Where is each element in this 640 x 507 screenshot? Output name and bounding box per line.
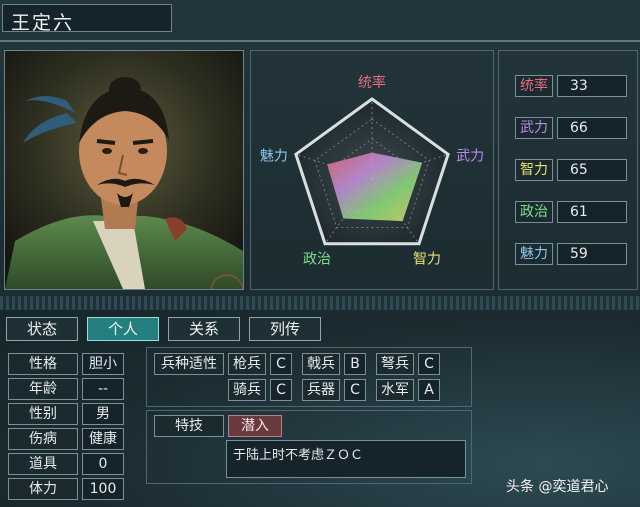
troop-name: 枪兵 [228,353,266,375]
character-portrait [4,50,244,290]
troop-grade: A [418,379,440,401]
stat-value: 33 [557,75,627,97]
stats-panel: 统率 33 武力 66 智力 65 政治 61 魅力 59 [498,50,638,290]
radar-label-tongshuai: 统率 [358,74,386,91]
radar-label-zhili: 智力 [413,252,441,268]
skill-description: 于陆上时不考虑ＺＯＣ [226,440,466,478]
stat-row-zhili: 智力 65 [515,159,627,181]
info-value: 100 [82,478,124,500]
skill-header: 特技 [154,415,224,437]
stat-label: 魅力 [515,243,553,265]
troop-name: 水军 [376,379,414,401]
header-divider [0,40,640,42]
info-label: 伤病 [8,428,78,450]
stat-value: 66 [557,117,627,139]
radar-label-meili: 魅力 [260,148,288,164]
info-value: 0 [82,453,124,475]
stat-row-meili: 魅力 59 [515,243,627,265]
stat-label: 智力 [515,159,553,181]
info-row-age: 年龄 -- [8,378,124,400]
tab-personal[interactable]: 个人 [87,317,159,341]
troop-grade: C [418,353,440,375]
character-name: 王定六 [11,12,75,34]
tab-biography[interactable]: 列传 [249,317,321,341]
info-row-stamina: 体力 100 [8,478,124,500]
troop-name: 弩兵 [376,353,414,375]
info-row-gender: 性别 男 [8,403,124,425]
section-divider [0,296,640,310]
troop-grade: B [344,353,366,375]
stat-row-wuli: 武力 66 [515,117,627,139]
watermark-text: 头条 @奕道君心 [506,479,609,495]
stat-row-zhengzhi: 政治 61 [515,201,627,223]
info-label: 性格 [8,353,78,375]
tab-relations[interactable]: 关系 [168,317,240,341]
info-value: -- [82,378,124,400]
info-row-injury: 伤病 健康 [8,428,124,450]
stat-label: 武力 [515,117,553,139]
info-label: 年龄 [8,378,78,400]
troop-name: 兵器 [302,379,340,401]
radar-label-zhengzhi: 政治 [303,252,331,268]
attribute-radar-chart: 统率 武力 智力 政治 魅力 [260,74,484,268]
info-value: 胆小 [82,353,124,375]
info-row-items: 道具 0 [8,453,124,475]
troop-grade: C [270,379,292,401]
info-value: 男 [82,403,124,425]
info-label: 性别 [8,403,78,425]
stat-value: 65 [557,159,627,181]
info-row-personality: 性格 胆小 [8,353,124,375]
stat-label: 统率 [515,75,553,97]
stat-row-tongshuai: 统率 33 [515,75,627,97]
stat-value: 61 [557,201,627,223]
info-label: 道具 [8,453,78,475]
radar-label-wuli: 武力 [456,148,484,164]
troop-aptitude-header: 兵种适性 [154,353,224,375]
tab-status[interactable]: 状态 [6,317,78,341]
skill-name[interactable]: 潜入 [228,415,282,437]
troop-name: 骑兵 [228,379,266,401]
troop-grade: C [270,353,292,375]
info-value: 健康 [82,428,124,450]
portrait-illustration [5,51,243,289]
character-name-box: 王定六 [2,4,172,34]
stat-value: 59 [557,243,627,265]
stat-label: 政治 [515,201,553,223]
info-label: 体力 [8,478,78,500]
attribute-radar-panel: 统率 武力 智力 政治 魅力 [250,50,494,290]
troop-name: 戟兵 [302,353,340,375]
troop-grade: C [344,379,366,401]
